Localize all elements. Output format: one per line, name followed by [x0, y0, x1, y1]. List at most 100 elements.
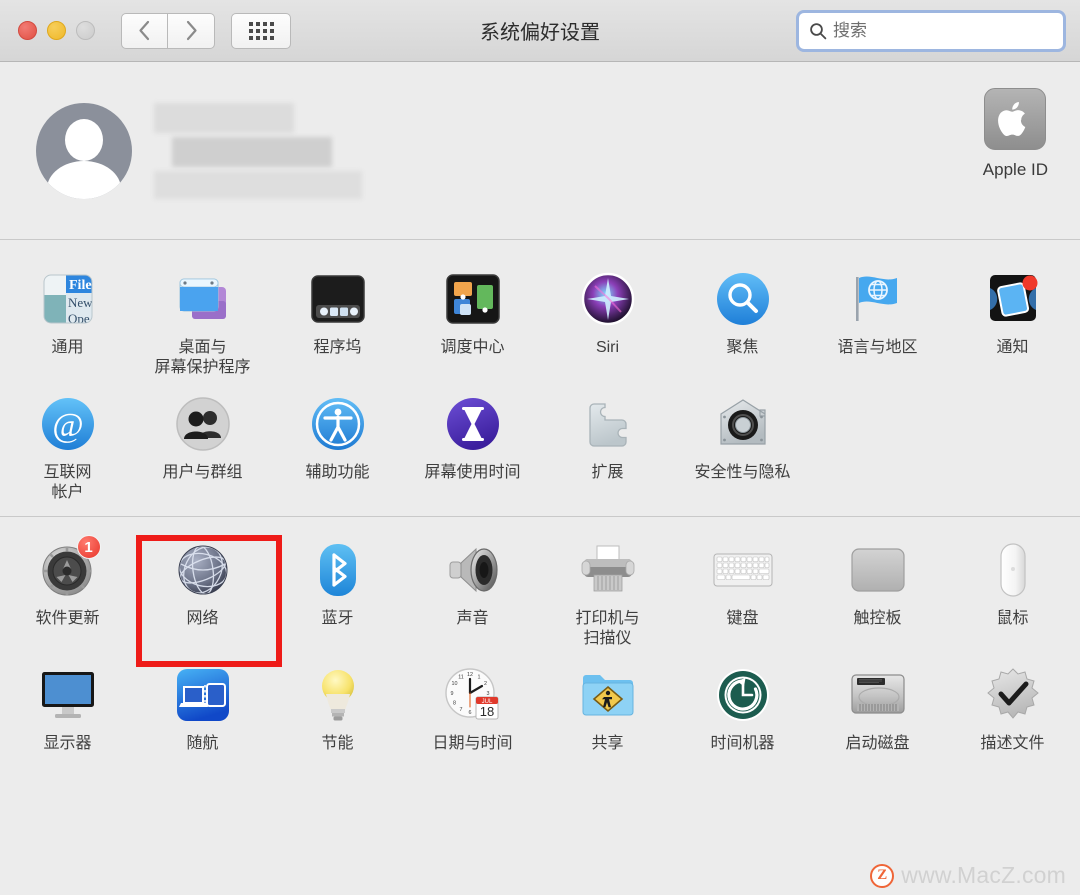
pref-item-screen-time[interactable]: 屏幕使用时间 [405, 385, 540, 502]
pref-item-profiles[interactable]: 描述文件 [945, 656, 1080, 754]
pref-label: 节能 [321, 735, 354, 753]
preference-sections: File New Ope 通用 桌面与 屏幕保护程序 程序坞 调度中心 Siri… [0, 240, 1080, 895]
pref-item-users-groups[interactable]: 用户与群组 [135, 385, 270, 502]
pref-item-energy-saver[interactable]: 节能 [270, 656, 405, 754]
svg-text:8: 8 [453, 701, 456, 707]
pref-item-internet-accounts[interactable]: @ 互联网 帐户 [0, 385, 135, 502]
pref-item-general[interactable]: File New Ope 通用 [0, 260, 135, 377]
pref-item-printers-scanners[interactable]: 打印机与 扫描仪 [540, 531, 675, 648]
time-machine-icon [712, 664, 774, 726]
pref-item-date-time[interactable]: 1212 345 678 91011 JUL 18 [405, 656, 540, 754]
search-field[interactable] [796, 10, 1066, 52]
pref-label: 通用 [51, 339, 84, 356]
search-icon [809, 22, 827, 40]
minimize-button[interactable] [47, 21, 66, 40]
chevron-right-icon [186, 20, 197, 41]
pref-item-accessibility[interactable]: 辅助功能 [270, 385, 405, 502]
svg-text:7: 7 [459, 707, 462, 713]
zoom-button[interactable] [76, 21, 95, 40]
energy-saver-icon [307, 664, 369, 726]
pref-item-sound[interactable]: 声音 [405, 531, 540, 648]
svg-text:1: 1 [477, 675, 480, 681]
pref-item-bluetooth[interactable]: 蓝牙 [270, 531, 405, 648]
pref-item-desktop-screensaver[interactable]: 桌面与 屏幕保护程序 [135, 260, 270, 377]
pref-item-network[interactable]: 网络 [135, 531, 270, 648]
pref-label: 蓝牙 [321, 610, 354, 628]
section-hardware: 1 软件更新 网络 蓝牙 声音 打印机与 扫描仪 键盘 触控板 鼠标 显示器 随… [0, 516, 1080, 764]
pref-item-software-update[interactable]: 1 软件更新 [0, 531, 135, 648]
pref-grid-hardware: 1 软件更新 网络 蓝牙 声音 打印机与 扫描仪 键盘 触控板 鼠标 显示器 随… [0, 531, 1080, 754]
pref-item-mission-control[interactable]: 调度中心 [405, 260, 540, 377]
back-button[interactable] [121, 12, 168, 49]
pref-label: 桌面与 屏幕保护程序 [154, 339, 251, 376]
general-icon: File New Ope [37, 268, 99, 330]
apple-logo-icon [984, 88, 1047, 150]
pref-label: 辅助功能 [305, 464, 370, 482]
language-region-icon [847, 268, 909, 330]
system-preferences-window: 系统偏好设置 搜索 Apple ID File New Ope 通用 桌面与 屏… [0, 0, 1080, 895]
show-all-button[interactable] [231, 12, 291, 49]
watermark: Z www.MacZ.com [870, 862, 1066, 889]
account-strip: Apple ID [0, 62, 1080, 240]
pref-label: 触控板 [853, 610, 902, 628]
svg-text:3: 3 [486, 691, 489, 697]
software-update-icon: 1 [37, 535, 101, 601]
avatar-body-icon [47, 160, 121, 199]
pref-item-displays[interactable]: 显示器 [0, 656, 135, 754]
avatar-head-icon [65, 118, 103, 161]
pref-label: 语言与地区 [837, 339, 918, 356]
siri-icon [577, 268, 639, 330]
svg-text:Ope: Ope [68, 311, 90, 326]
window-controls [18, 21, 95, 40]
sharing-icon [577, 664, 639, 726]
pref-item-dock[interactable]: 程序坞 [270, 260, 405, 377]
pref-label: 聚焦 [726, 339, 759, 356]
search-input[interactable] [833, 21, 1053, 41]
notifications-icon [982, 268, 1044, 330]
apple-id-item[interactable]: Apple ID [983, 88, 1048, 180]
mission-control-icon [442, 268, 504, 330]
pref-item-trackpad[interactable]: 触控板 [810, 531, 945, 648]
sidecar-icon [172, 664, 234, 726]
desktop-screensaver-icon [172, 268, 234, 330]
pref-item-keyboard[interactable]: 键盘 [675, 531, 810, 648]
network-icon [172, 539, 234, 601]
svg-text:2: 2 [484, 681, 487, 687]
profiles-icon [982, 664, 1044, 726]
pref-item-extensions[interactable]: 扩展 [540, 385, 675, 502]
pref-label: 打印机与 扫描仪 [575, 610, 640, 647]
sound-icon [442, 539, 504, 601]
pref-label: Siri [595, 339, 620, 356]
trackpad-icon [847, 539, 909, 601]
close-button[interactable] [18, 21, 37, 40]
titlebar: 系统偏好设置 [0, 0, 1080, 62]
badge-count: 1 [76, 535, 101, 560]
pref-item-language-region[interactable]: 语言与地区 [810, 260, 945, 377]
pref-item-mouse[interactable]: 鼠标 [945, 531, 1080, 648]
pref-item-time-machine[interactable]: 时间机器 [675, 656, 810, 754]
svg-text:12: 12 [467, 672, 473, 678]
pref-label: 声音 [456, 610, 489, 628]
svg-text:6: 6 [468, 710, 471, 716]
section-general: File New Ope 通用 桌面与 屏幕保护程序 程序坞 调度中心 Siri… [0, 240, 1080, 516]
pref-item-startup-disk[interactable]: 启动磁盘 [810, 656, 945, 754]
avatar[interactable] [36, 102, 132, 199]
pref-item-sharing[interactable]: 共享 [540, 656, 675, 754]
printers-scanners-icon [577, 539, 639, 601]
watermark-text: www.MacZ.com [901, 862, 1066, 888]
pref-item-siri[interactable]: Siri [540, 260, 675, 377]
screen-time-icon [442, 393, 504, 455]
pref-label: 日期与时间 [432, 735, 513, 753]
pref-label: 鼠标 [996, 610, 1029, 628]
pref-item-security-privacy[interactable]: 安全性与隐私 [675, 385, 810, 502]
pref-item-spotlight[interactable]: 聚焦 [675, 260, 810, 377]
pref-label: 屏幕使用时间 [424, 464, 521, 482]
navigation-buttons [121, 12, 215, 49]
keyboard-icon [712, 539, 774, 601]
extensions-icon [577, 393, 639, 455]
pref-item-notifications[interactable]: 通知 [945, 260, 1080, 377]
internet-accounts-icon: @ [37, 393, 99, 455]
forward-button[interactable] [168, 12, 215, 49]
pref-label: 软件更新 [35, 610, 100, 628]
pref-item-sidecar[interactable]: 随航 [135, 656, 270, 754]
